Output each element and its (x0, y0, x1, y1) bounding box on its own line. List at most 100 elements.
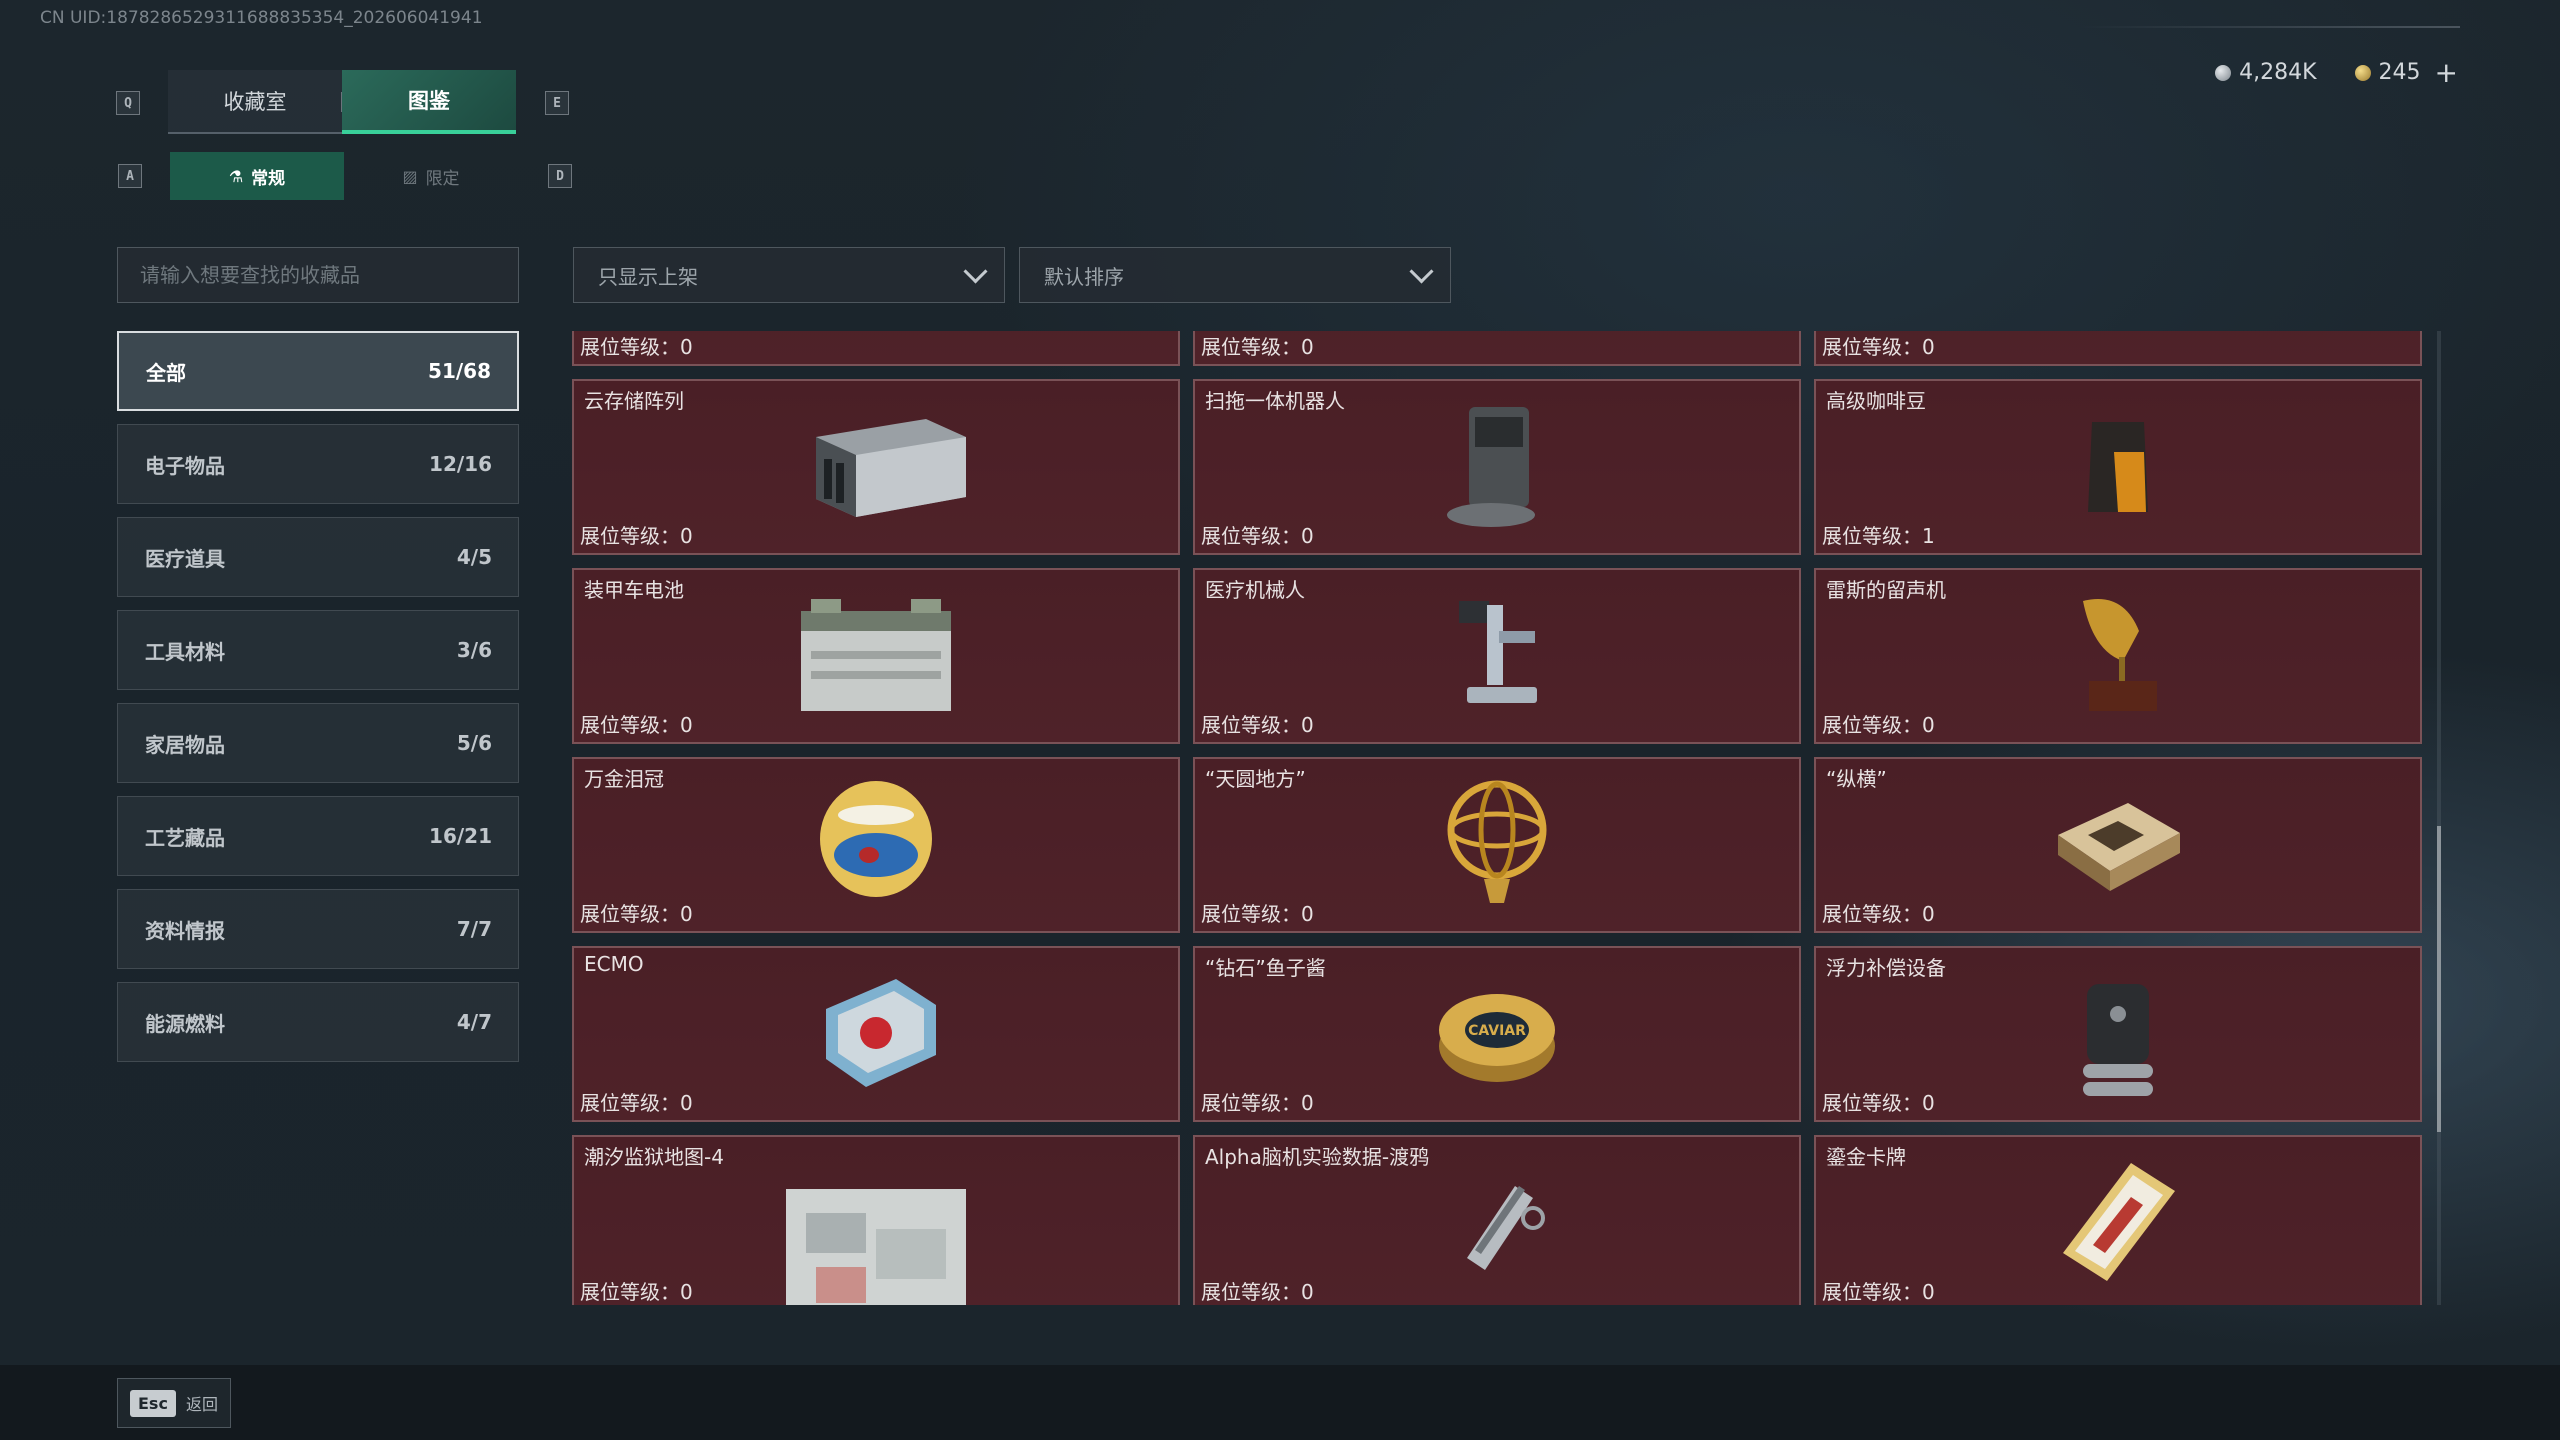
item-level: 展位等级：0 (1201, 335, 1314, 359)
item-card[interactable]: 展位等级：0 (1193, 331, 1801, 366)
main-tabs: 收藏室 图鉴 (168, 70, 516, 134)
item-name: 医疗机械人 (1205, 578, 1305, 602)
category-intel[interactable]: 资料情报 7/7 (117, 889, 519, 969)
item-card[interactable]: Alpha脑机实验数据-渡鸦 展位等级：0 (1193, 1135, 1801, 1305)
gold-currency: 245 + (2354, 56, 2458, 89)
category-all[interactable]: 全部 51/68 (117, 331, 519, 411)
scrollbar-thumb[interactable] (2437, 826, 2441, 1132)
dropdown-value: 默认排序 (1044, 264, 1124, 289)
item-level: 展位等级：0 (580, 713, 693, 737)
tab-collection-room[interactable]: 收藏室 (168, 70, 342, 134)
item-card[interactable]: 展位等级：0 (1814, 331, 2422, 366)
item-level: 展位等级：0 (1822, 1280, 1935, 1304)
category-electronics[interactable]: 电子物品 12/16 (117, 424, 519, 504)
item-level: 展位等级：0 (1201, 1091, 1314, 1115)
item-name: Alpha脑机实验数据-渡鸦 (1205, 1145, 1430, 1169)
item-card[interactable]: “钻石”鱼子酱 CAVIAR 展位等级：0 (1193, 946, 1801, 1122)
item-name: “钻石”鱼子酱 (1205, 956, 1326, 980)
item-card[interactable]: “纵横” 展位等级：0 (1814, 757, 2422, 933)
uid-label: CN UID:1878286529311688835354_2026060419… (40, 8, 483, 28)
item-card[interactable]: 云存储阵列 展位等级：0 (572, 379, 1180, 555)
item-card[interactable]: 装甲车电池 展位等级：0 (572, 568, 1180, 744)
bcd-vest-icon (2083, 984, 2153, 1096)
robot-vacuum-icon (1447, 407, 1535, 527)
silver-amount: 4,284K (2239, 60, 2317, 85)
item-card[interactable]: ECMO 展位等级：0 (572, 946, 1180, 1122)
sort-dropdown[interactable]: 默认排序 (1019, 247, 1451, 303)
armillary-sphere-icon (1447, 780, 1547, 903)
item-card[interactable]: 展位等级：0 (572, 331, 1180, 366)
jeweled-egg-icon (820, 781, 932, 897)
gold-amount: 245 (2378, 60, 2421, 85)
item-level: 展位等级：0 (580, 1280, 693, 1304)
item-level: 展位等级：0 (580, 335, 693, 359)
category-household[interactable]: 家居物品 5/6 (117, 703, 519, 783)
item-level: 展位等级：1 (1822, 524, 1935, 548)
search-input[interactable] (138, 262, 498, 288)
battery-icon (801, 599, 951, 711)
tab-catalog[interactable]: 图鉴 (342, 70, 516, 134)
item-name: “纵横” (1826, 767, 1887, 791)
key-hint-prev-tab: Q (116, 91, 140, 115)
item-card[interactable]: 高级咖啡豆 展位等级：1 (1814, 379, 2422, 555)
item-card[interactable]: 潮汐监狱地图-4 展位等级：0 (572, 1135, 1180, 1305)
item-level: 展位等级：0 (580, 524, 693, 548)
gold-card-icon (2063, 1163, 2175, 1281)
back-button[interactable]: Esc 返回 (117, 1378, 231, 1428)
medical-robot-icon (1459, 601, 1537, 703)
category-count: 16/21 (429, 824, 492, 848)
item-name: ECMO (584, 952, 644, 976)
item-card[interactable]: “天圆地方” 展位等级：0 (1193, 757, 1801, 933)
category-crafts[interactable]: 工艺藏品 16/21 (117, 796, 519, 876)
shelf-filter-dropdown[interactable]: 只显示上架 (573, 247, 1005, 303)
collection-grid-viewport: 展位等级：0 展位等级：0 展位等级：0 云存储阵列 展位等级：0 扫拖一体机器… (572, 331, 2424, 1305)
subtab-label: 限定 (425, 168, 460, 189)
tab-label: 图鉴 (408, 89, 450, 113)
category-label: 资料情报 (145, 918, 225, 943)
item-level: 展位等级：0 (580, 1091, 693, 1115)
key-hint-next-tab: E (545, 91, 569, 115)
item-name: “天圆地方” (1205, 767, 1306, 791)
item-name: 万金泪冠 (584, 767, 664, 791)
item-name: 浮力补偿设备 (1826, 956, 1946, 980)
tin-label: CAVIAR (1468, 1023, 1526, 1039)
category-label: 工具材料 (145, 639, 225, 664)
item-name: 高级咖啡豆 (1826, 389, 1926, 413)
category-count: 7/7 (456, 917, 492, 941)
category-tools[interactable]: 工具材料 3/6 (117, 610, 519, 690)
subtab-regular[interactable]: ⚗ 常规 (170, 152, 344, 200)
silver-coin-icon (2215, 64, 2232, 81)
map-icon (786, 1189, 966, 1305)
caviar-tin-icon: CAVIAR (1439, 994, 1555, 1082)
category-count: 4/5 (456, 545, 492, 569)
grid-scrollbar[interactable] (2437, 331, 2441, 1305)
collection-grid: 展位等级：0 展位等级：0 展位等级：0 云存储阵列 展位等级：0 扫拖一体机器… (572, 331, 2422, 1305)
flask-icon: ⚗ (228, 166, 244, 186)
add-currency-button[interactable]: + (2435, 56, 2458, 89)
category-energy[interactable]: 能源燃料 4/7 (117, 982, 519, 1062)
subtab-limited[interactable]: ▨ 限定 (344, 152, 518, 200)
currency-bar: 4,284K 245 + (2215, 56, 2458, 89)
item-name: 扫拖一体机器人 (1205, 389, 1345, 413)
item-level: 展位等级：0 (1822, 1091, 1935, 1115)
category-medical[interactable]: 医疗道具 4/5 (117, 517, 519, 597)
esc-key-hint: Esc (130, 1389, 176, 1417)
category-label: 工艺藏品 (145, 825, 225, 850)
item-name: 雷斯的留声机 (1826, 578, 1946, 602)
category-label: 医疗道具 (145, 546, 225, 571)
item-card[interactable]: 万金泪冠 展位等级：0 (572, 757, 1180, 933)
key-hint-next-sub: D (548, 164, 572, 188)
item-level: 展位等级：0 (1822, 713, 1935, 737)
item-card[interactable]: 医疗机械人 展位等级：0 (1193, 568, 1801, 744)
search-box[interactable] (117, 247, 519, 303)
item-card[interactable]: 鎏金卡牌 展位等级：0 (1814, 1135, 2422, 1305)
category-count: 51/68 (428, 359, 491, 383)
item-card[interactable]: 浮力补偿设备 展位等级：0 (1814, 946, 2422, 1122)
dropdown-value: 只显示上架 (598, 264, 698, 289)
category-count: 12/16 (429, 452, 492, 476)
item-name: 云存储阵列 (584, 389, 684, 413)
item-card[interactable]: 雷斯的留声机 展位等级：0 (1814, 568, 2422, 744)
server-array-icon (816, 419, 966, 517)
gold-coin-icon (2354, 64, 2371, 81)
item-card[interactable]: 扫拖一体机器人 展位等级：0 (1193, 379, 1801, 555)
